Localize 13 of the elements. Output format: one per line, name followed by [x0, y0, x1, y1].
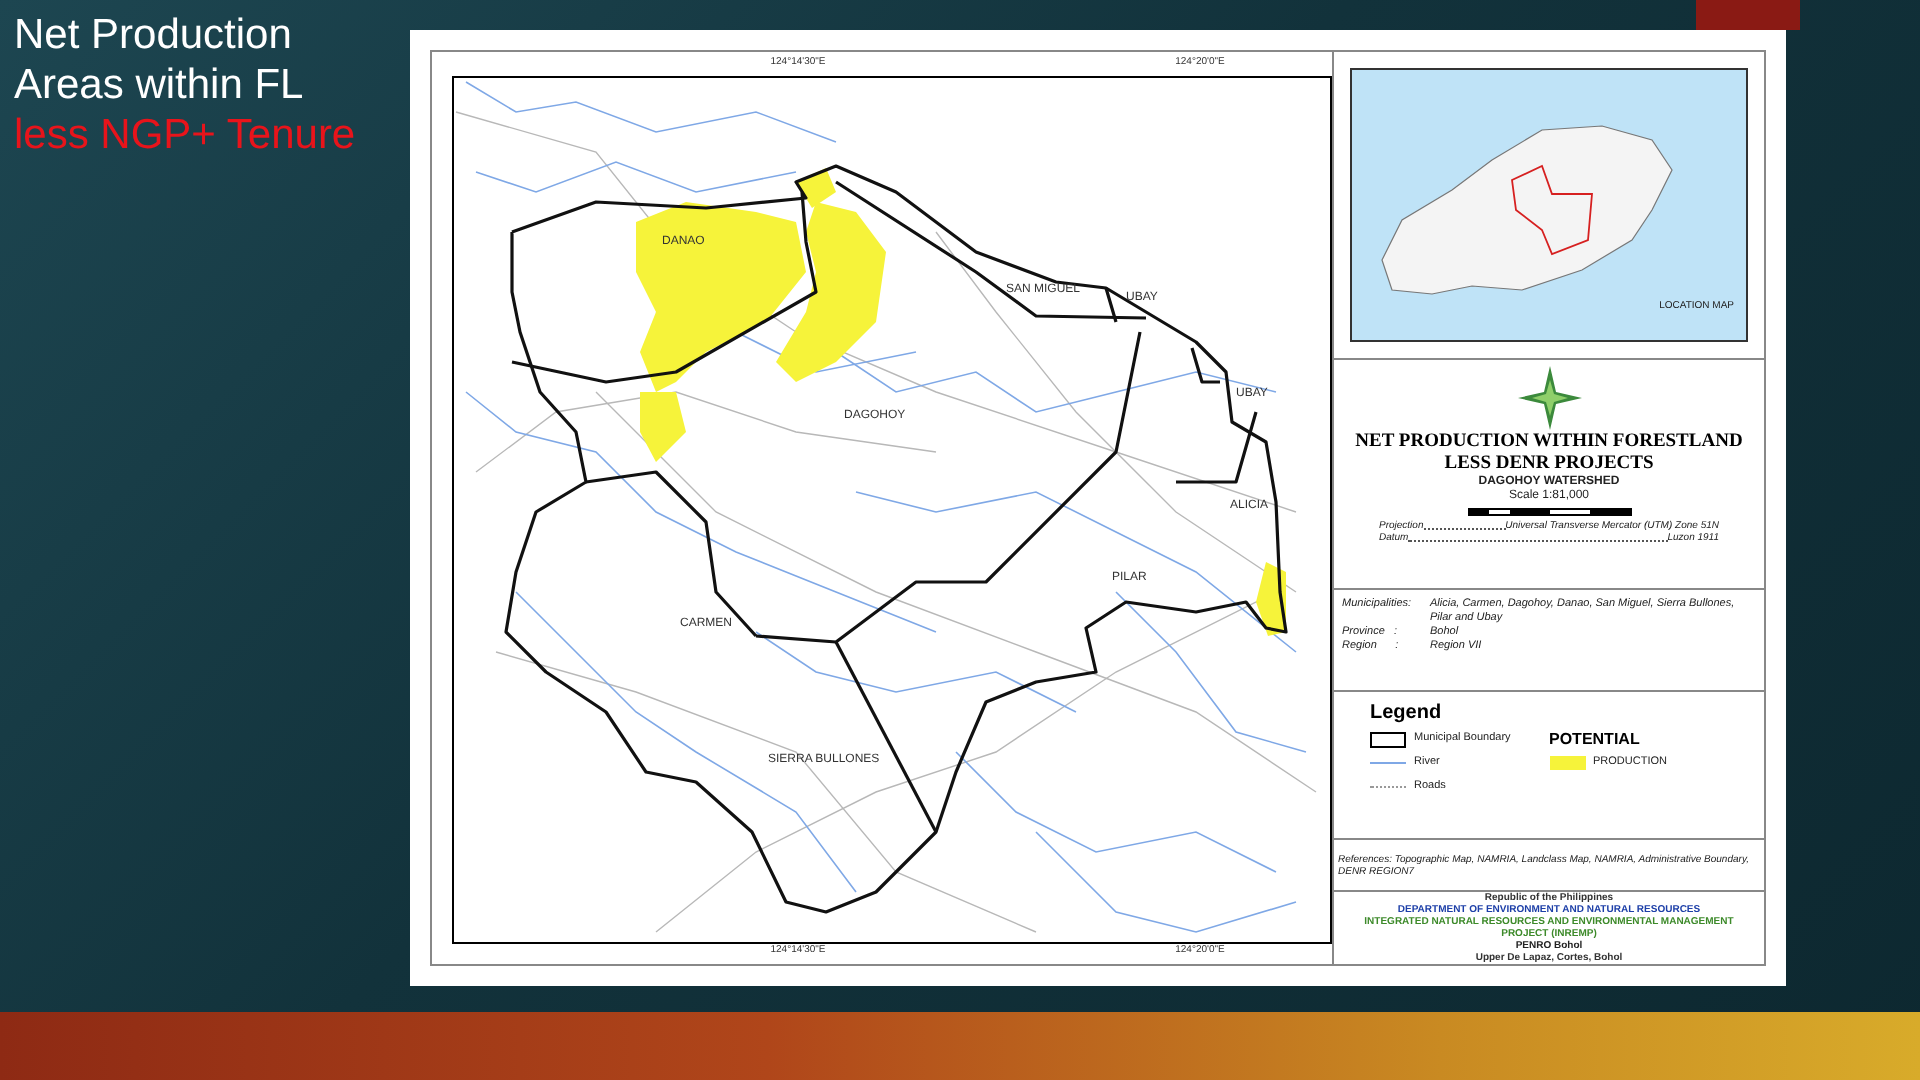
legend-group-title: POTENTIAL — [1549, 730, 1642, 749]
dotted-leader — [1423, 528, 1506, 531]
map-title: NET PRODUCTION WITHIN FORESTLAND LESS DENR PROJECTS — [1353, 432, 1745, 475]
compass-rose-icon — [1515, 364, 1583, 433]
road-line-swatch — [1370, 786, 1406, 789]
production-swatch — [1549, 756, 1585, 771]
river-line-swatch — [1370, 762, 1406, 765]
boundary-swatch — [1370, 731, 1406, 748]
title-line: Net Production — [14, 10, 294, 60]
title-line: Areas within FL — [14, 60, 306, 110]
watershed-outline-drawing — [1511, 164, 1593, 256]
title-line: less NGP+ Tenure — [14, 110, 358, 160]
legend-title: Legend — [1370, 702, 1444, 727]
